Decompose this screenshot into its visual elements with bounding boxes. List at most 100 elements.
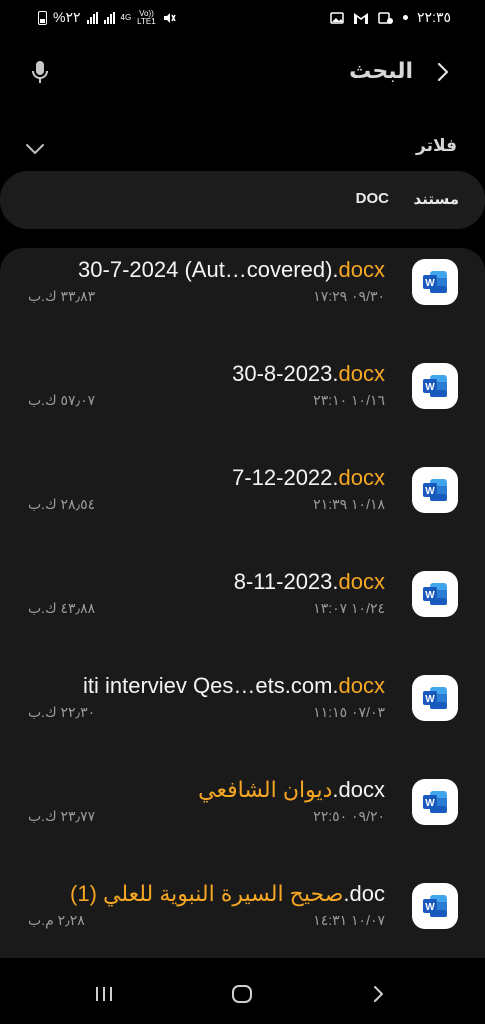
file-name: ديوان الشافعي.docx — [198, 776, 385, 804]
svg-text:W: W — [425, 694, 435, 705]
file-name-base: 30-7-2024 (Aut…covered). — [78, 257, 339, 282]
file-meta: ١٠/١٨ ٢١:٣٩ ٢٨٫٥٤ ك.ب — [28, 496, 385, 516]
chevron-right-icon — [374, 986, 383, 1002]
file-name-base: 8-11-2023. — [233, 569, 339, 594]
dot-indicator-icon — [403, 15, 409, 20]
battery-percentage: %٢٢ — [53, 9, 81, 25]
svg-text:W: W — [425, 486, 435, 497]
word-document-icon: W — [412, 467, 458, 513]
word-document-icon: W — [412, 571, 458, 617]
file-name-match: docx — [338, 361, 385, 386]
file-name: 8-11-2023.docx — [234, 568, 385, 596]
file-list-item[interactable]: W 8-11-2023.docx ١٠/٢٤ ١٣:٠٧ ٤٣٫٨٨ ك.ب — [0, 560, 485, 664]
word-document-icon: W — [412, 883, 458, 929]
file-list-item[interactable]: W 30-8-2023.docx ١٠/١٦ ٢٣:١٠ ٥٧٫٠٧ ك.ب — [0, 352, 485, 456]
file-name-match: docx — [338, 257, 385, 282]
network-type: 4G — [120, 12, 132, 22]
file-meta: ٠٩/٢٠ ٢٢:٥٠ ٢٣٫٧٧ ك.ب — [28, 808, 385, 828]
file-name-base: iti interviev Qes…ets.com. — [83, 673, 339, 698]
file-list-item[interactable]: W 30-7-2024 (Aut…covered).docx ٠٩/٣٠ ١٧:٢٩… — [0, 248, 485, 352]
word-document-icon: W — [412, 363, 458, 409]
file-modified-date: ١٠/٠٧ ١٤:٣١ — [313, 912, 385, 928]
filter-category-label: مستند — [413, 191, 459, 208]
file-results-list: W 30-7-2024 (Aut…covered).docx ٠٩/٣٠ ١٧:٢٩… — [0, 248, 485, 958]
file-size: ٣٣٫٨٣ ك.ب — [28, 288, 96, 304]
status-left: %٢٢ 4G Vo)) LTE1 — [38, 9, 176, 26]
mute-icon — [163, 12, 176, 23]
notification-settings-icon — [378, 11, 394, 24]
signal-icon-2 — [103, 11, 115, 24]
file-name: 7-12-2022.docx — [232, 464, 385, 492]
active-filter-bar[interactable]: مستند DOC — [0, 171, 485, 229]
system-navigation-bar — [0, 964, 485, 1024]
file-size: ٤٣٫٨٨ ك.ب — [28, 600, 96, 616]
microphone-icon — [32, 61, 48, 83]
file-meta: ٠٩/٣٠ ١٧:٢٩ ٣٣٫٨٣ ك.ب — [28, 288, 385, 308]
file-extension: .docx — [332, 777, 385, 802]
file-name: iti interviev Qes…ets.com.docx — [83, 672, 385, 700]
home-button[interactable] — [222, 978, 262, 1010]
svg-text:W: W — [425, 902, 435, 913]
file-list-item[interactable]: W 7-12-2022.docx ١٠/١٨ ٢١:٣٩ ٢٨٫٥٤ ك.ب — [0, 456, 485, 560]
file-name-match: صحيح السيرة النبوية للعلي (1) — [69, 881, 344, 906]
file-size: ٢٨٫٥٤ ك.ب — [28, 496, 96, 512]
battery-icon — [38, 10, 47, 25]
file-modified-date: ١٠/١٨ ٢١:٣٩ — [313, 496, 385, 512]
volte-indicator: Vo)) LTE1 — [137, 9, 156, 26]
back-nav-button[interactable] — [358, 978, 398, 1010]
file-list-item[interactable]: Witi interviev Qes…ets.com.docx ٠٧/٠٣ ١١:… — [0, 664, 485, 768]
home-icon — [232, 985, 252, 1003]
chevron-down-icon — [26, 144, 44, 154]
svg-text:W: W — [425, 278, 435, 289]
file-list-item[interactable]: W ديوان الشافعي.docx ٠٩/٢٠ ٢٢:٥٠ ٢٣٫٧٧ ك.ب — [0, 768, 485, 872]
voice-search-button[interactable] — [22, 54, 58, 90]
back-button[interactable] — [425, 54, 461, 90]
word-document-icon: W — [412, 675, 458, 721]
search-field[interactable]: البحث — [349, 58, 413, 84]
file-name-match: docx — [338, 569, 385, 594]
file-modified-date: ١٠/١٦ ٢٣:١٠ — [313, 392, 385, 408]
file-name-base: 7-12-2022. — [232, 465, 339, 490]
file-size: ٥٧٫٠٧ ك.ب — [28, 392, 96, 408]
file-modified-date: ١٠/٢٤ ١٣:٠٧ — [313, 600, 385, 616]
file-modified-date: ٠٩/٢٠ ٢٢:٥٠ — [313, 808, 385, 824]
file-meta: ١٠/٠٧ ١٤:٣١ ٢٫٢٨ م.ب — [28, 912, 385, 932]
file-size: ٢٣٫٧٧ ك.ب — [28, 808, 96, 824]
file-name: 30-7-2024 (Aut…covered).docx — [78, 256, 385, 284]
svg-text:W: W — [425, 798, 435, 809]
search-header: البحث — [0, 48, 485, 96]
file-name-base: 30-8-2023. — [232, 361, 339, 386]
recents-icon — [96, 987, 112, 1001]
clock: ٢٢:٣٥ — [417, 9, 451, 25]
word-document-icon: W — [412, 259, 458, 305]
file-meta: ١٠/٢٤ ١٣:٠٧ ٤٣٫٨٨ ك.ب — [28, 600, 385, 620]
file-name-match: ديوان الشافعي — [198, 777, 333, 802]
gmail-icon — [354, 12, 369, 24]
image-notification-icon — [330, 11, 344, 24]
file-meta: ٠٧/٠٣ ١١:١٥ ٢٢٫٣٠ ك.ب — [28, 704, 385, 724]
file-name: 30-8-2023.docx — [232, 360, 385, 388]
file-name: صحيح السيرة النبوية للعلي (1).doc — [70, 880, 385, 908]
recents-button[interactable] — [84, 978, 124, 1010]
file-name-match: docx — [338, 465, 385, 490]
status-right: ٢٢:٣٥ — [330, 9, 451, 26]
file-list-item[interactable]: W صحيح السيرة النبوية للعلي (1).doc ١٠/٠٧ … — [0, 872, 485, 976]
filters-row[interactable]: فلاتر — [0, 132, 485, 164]
volte-line-2: LTE1 — [137, 16, 156, 26]
status-bar: %٢٢ 4G Vo)) LTE1 ٢٢:٣٥ — [0, 0, 485, 36]
filters-label: فلاتر — [416, 136, 457, 155]
filter-value-label: DOC — [355, 190, 389, 207]
file-modified-date: ٠٧/٠٣ ١١:١٥ — [313, 704, 385, 720]
svg-text:W: W — [425, 382, 435, 393]
file-size: ٢٫٢٨ م.ب — [28, 912, 85, 928]
filters-expand-button[interactable] — [22, 136, 48, 162]
file-size: ٢٢٫٣٠ ك.ب — [28, 704, 96, 720]
file-meta: ١٠/١٦ ٢٣:١٠ ٥٧٫٠٧ ك.ب — [28, 392, 385, 412]
file-name-match: docx — [338, 673, 385, 698]
file-extension: .doc — [343, 881, 385, 906]
word-document-icon: W — [412, 779, 458, 825]
svg-text:W: W — [425, 590, 435, 601]
chevron-right-icon — [437, 62, 449, 82]
signal-icon — [86, 11, 98, 24]
file-modified-date: ٠٩/٣٠ ١٧:٢٩ — [313, 288, 385, 304]
